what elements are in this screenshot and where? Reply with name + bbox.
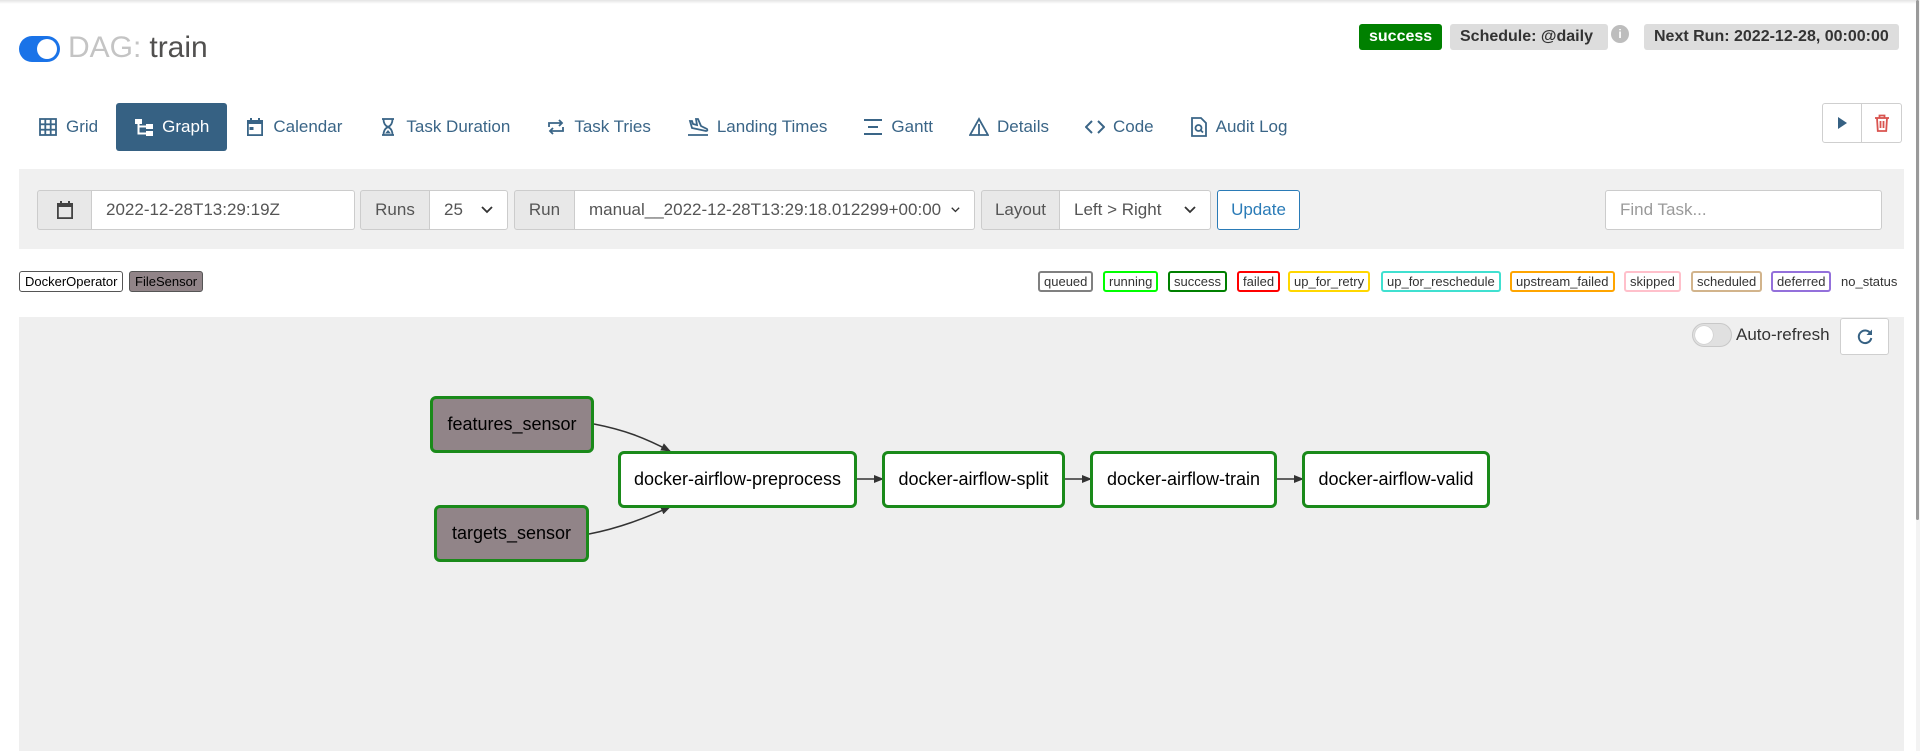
graph-edges: [588, 423, 1304, 535]
task-node-docker-airflow-train[interactable]: docker-airflow-train: [1090, 451, 1277, 508]
toggle-knob: [1695, 326, 1713, 344]
auto-refresh-toggle[interactable]: [1692, 323, 1732, 347]
edge-targets-sensor-to-preprocess: [588, 506, 671, 535]
refresh-icon: [1857, 328, 1872, 344]
task-node-docker-airflow-valid[interactable]: docker-airflow-valid: [1302, 451, 1490, 508]
auto-refresh-label: Auto-refresh: [1736, 325, 1830, 344]
task-node-docker-airflow-preprocess[interactable]: docker-airflow-preprocess: [618, 451, 857, 508]
task-node-targets-sensor[interactable]: targets_sensor: [434, 505, 589, 562]
scrollbar-thumb[interactable]: [1916, 0, 1919, 520]
page-scrollbar[interactable]: [1916, 0, 1920, 751]
edge-features-sensor-to-preprocess: [593, 423, 671, 452]
task-node-docker-airflow-split[interactable]: docker-airflow-split: [882, 451, 1065, 508]
task-node-features-sensor[interactable]: features_sensor: [430, 396, 594, 453]
refresh-button[interactable]: [1840, 318, 1889, 355]
